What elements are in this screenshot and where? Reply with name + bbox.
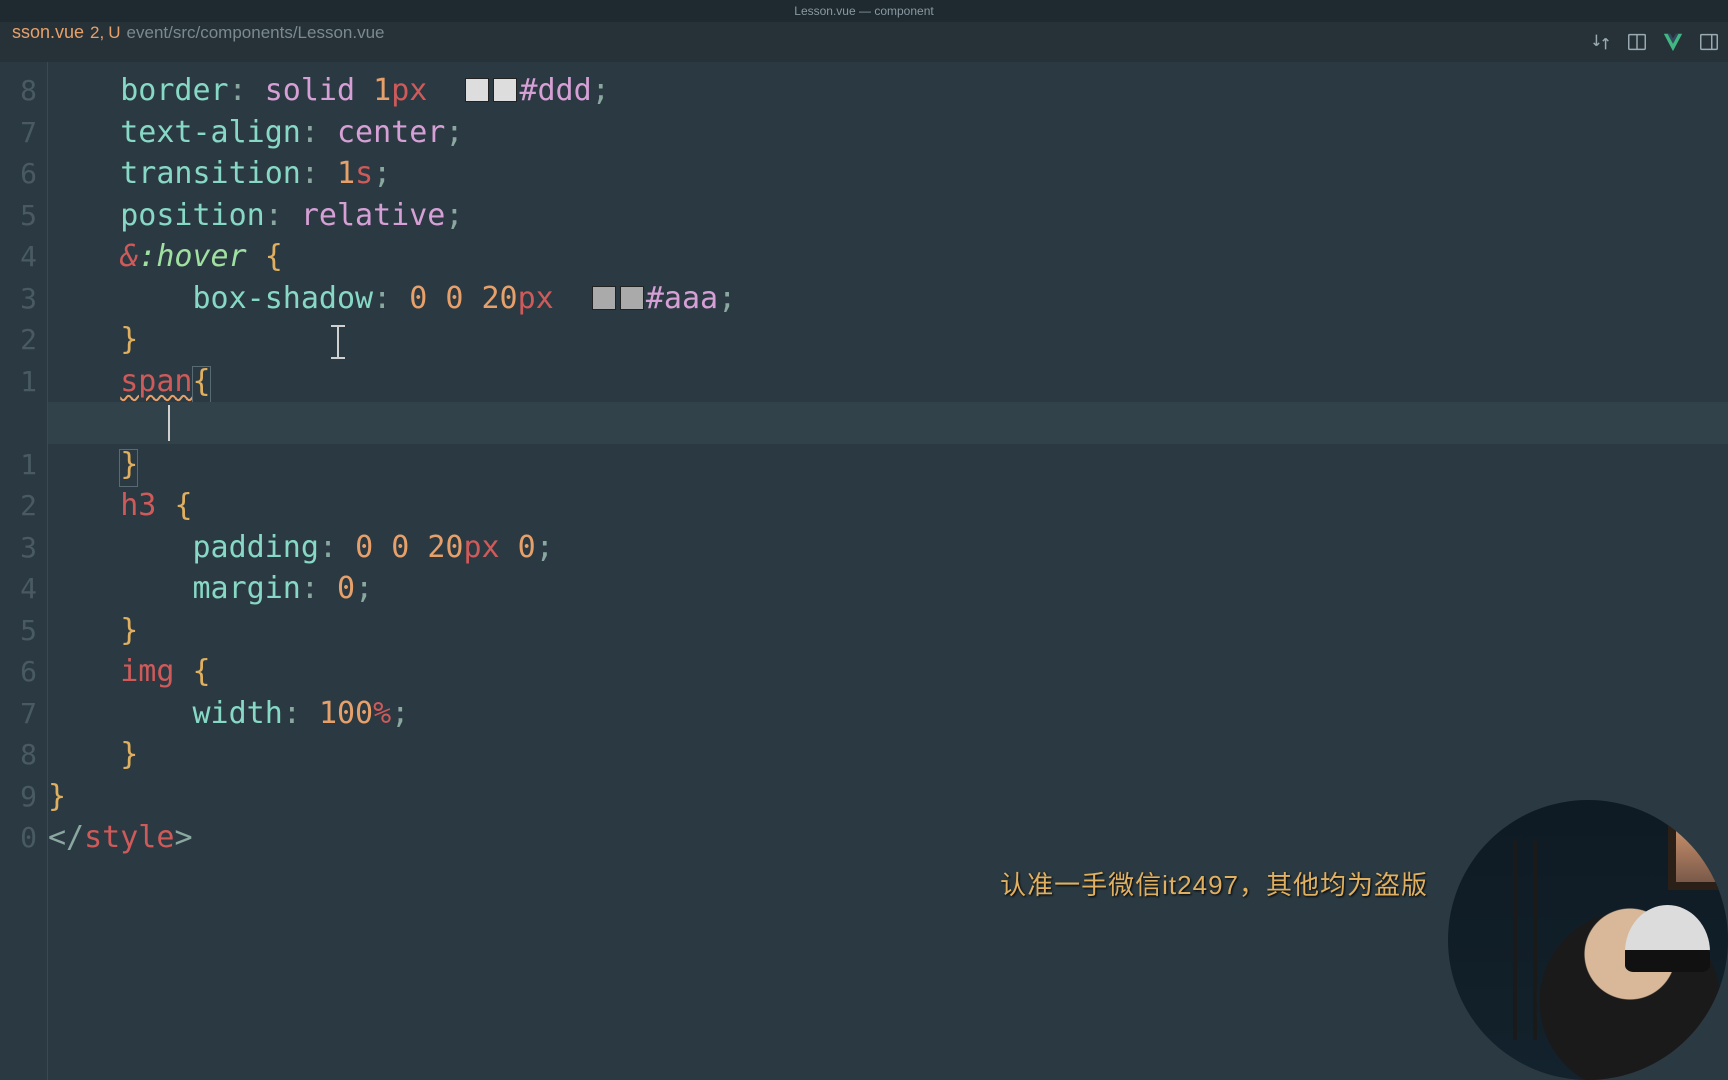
gutter-line: 8: [0, 734, 47, 776]
code-line[interactable]: &:hover {: [48, 236, 1728, 278]
line-gutter: 8 7 6 5 4 3 2 1 1 2 3 4 5 6 7 8 9 0: [0, 62, 48, 1080]
code-line[interactable]: transition: 1s;: [48, 153, 1728, 195]
code-line[interactable]: }: [48, 319, 1728, 361]
gutter-line: 3: [0, 527, 47, 569]
code-line[interactable]: position: relative;: [48, 195, 1728, 237]
tab-problems-count: 2,: [90, 23, 104, 43]
gutter-line: 2: [0, 485, 47, 527]
code-line[interactable]: img {: [48, 651, 1728, 693]
gutter-line: 1: [0, 444, 47, 486]
code-line[interactable]: border: solid 1px #ddd;: [48, 70, 1728, 112]
editor-actions: [1590, 22, 1720, 62]
tab-git-status: U: [108, 23, 120, 43]
watermark-text: 认准一手微信it2497，其他均为盗版: [1000, 865, 1428, 902]
gutter-line: [0, 402, 47, 444]
gutter-line: 7: [0, 693, 47, 735]
color-swatch-icon: [493, 78, 517, 102]
code-line[interactable]: }: [48, 734, 1728, 776]
gutter-line: 8: [0, 70, 47, 112]
code-line[interactable]: [48, 402, 1728, 444]
gutter-line: 9: [0, 776, 47, 818]
code-line[interactable]: }: [48, 444, 1728, 486]
gutter-line: 6: [0, 651, 47, 693]
split-editor-icon[interactable]: [1626, 31, 1648, 53]
gutter-line: 5: [0, 610, 47, 652]
tab-strip: sson.vue 2, U event/src/components/Lesso…: [0, 22, 1728, 62]
code-line[interactable]: }: [48, 776, 1728, 818]
code-line[interactable]: margin: 0;: [48, 568, 1728, 610]
vue-logo-icon[interactable]: [1662, 31, 1684, 53]
compare-changes-icon[interactable]: [1590, 31, 1612, 53]
cap-text: HELLO!: [1666, 928, 1700, 939]
gutter-line: 3: [0, 278, 47, 320]
gutter-line: 6: [0, 153, 47, 195]
gutter-line: 4: [0, 236, 47, 278]
text-cursor-icon: [337, 325, 339, 359]
color-swatch-icon: [620, 286, 644, 310]
tab-filepath: event/src/components/Lesson.vue: [127, 23, 385, 43]
background-picture: [1668, 820, 1728, 890]
window-titlebar: Lesson.vue — component: [0, 0, 1728, 22]
code-line[interactable]: text-align: center;: [48, 112, 1728, 154]
webcam-overlay: HELLO!: [1448, 800, 1728, 1080]
code-line[interactable]: box-shadow: 0 0 20px #aaa;: [48, 278, 1728, 320]
tab-lesson-vue[interactable]: sson.vue 2, U event/src/components/Lesso…: [0, 22, 397, 62]
gutter-line: 7: [0, 112, 47, 154]
gutter-line: 4: [0, 568, 47, 610]
tab-filename: sson.vue: [12, 22, 84, 43]
code-line[interactable]: width: 100%;: [48, 693, 1728, 735]
code-line[interactable]: }: [48, 610, 1728, 652]
color-swatch-icon: [592, 286, 616, 310]
code-line[interactable]: padding: 0 0 20px 0;: [48, 527, 1728, 569]
light-stand: [1513, 840, 1517, 1040]
code-line[interactable]: </style>: [48, 817, 1728, 859]
gutter-line: 0: [0, 817, 47, 859]
gutter-line: 5: [0, 195, 47, 237]
caret-icon: [168, 405, 170, 441]
gutter-line: 2: [0, 319, 47, 361]
code-line[interactable]: h3 {: [48, 485, 1728, 527]
code-line[interactable]: span{: [48, 361, 1728, 403]
toggle-layout-icon[interactable]: [1698, 31, 1720, 53]
gutter-line: 1: [0, 361, 47, 403]
color-swatch-icon: [465, 78, 489, 102]
window-title: Lesson.vue — component: [794, 4, 933, 18]
